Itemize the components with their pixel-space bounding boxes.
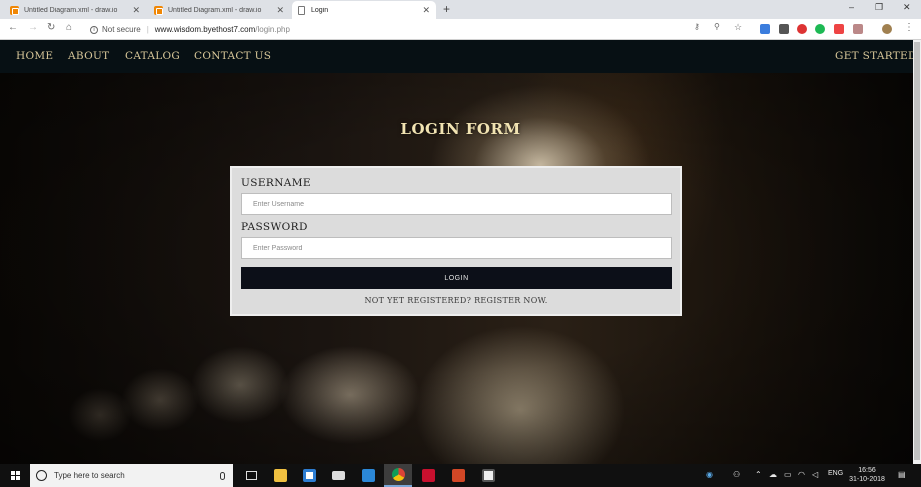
- close-window-button[interactable]: ✕: [903, 2, 911, 13]
- tab-close-icon[interactable]: ✕: [422, 5, 430, 16]
- info-icon[interactable]: i: [90, 25, 98, 34]
- profile-avatar[interactable]: [882, 24, 892, 34]
- restore-button[interactable]: ❐: [875, 2, 883, 13]
- store-icon[interactable]: [295, 464, 323, 487]
- minimize-button[interactable]: –: [849, 2, 854, 12]
- tab-title: Untitled Diagram.xml - draw.io: [24, 6, 118, 14]
- browser-toolbar: ← → ↻ ⌂ i Not secure | www.wisdom.byetho…: [0, 19, 921, 40]
- microphone-icon[interactable]: [220, 471, 225, 480]
- browser-tab-drawio-2[interactable]: Untitled Diagram.xml - draw.io ✕: [148, 1, 290, 19]
- taskbar-search[interactable]: Type here to search: [30, 464, 233, 487]
- help-icon[interactable]: ◉: [706, 470, 713, 479]
- bookmark-star-icon[interactable]: ☆: [734, 22, 742, 33]
- nav-link-contact[interactable]: CONTACT US: [194, 50, 271, 62]
- search-placeholder: Type here to search: [54, 471, 125, 480]
- username-label: USERNAME: [241, 177, 311, 189]
- extension-icon[interactable]: [815, 24, 825, 34]
- tab-close-icon[interactable]: ✕: [132, 5, 140, 16]
- windows-logo-icon: [10, 471, 20, 480]
- cortana-icon: [36, 470, 47, 481]
- drawio-favicon-icon: [154, 5, 163, 15]
- photos-icon[interactable]: [474, 464, 502, 487]
- page-background: HOME ABOUT CATALOG CONTACT US GET STARTE…: [0, 40, 921, 464]
- chrome-icon[interactable]: [384, 464, 412, 487]
- url-domain: www.wisdom.byethost7.com: [154, 25, 256, 34]
- page-favicon-icon: [298, 5, 305, 15]
- back-icon[interactable]: ←: [8, 22, 18, 33]
- wifi-icon[interactable]: ◠: [798, 470, 805, 479]
- mail-icon[interactable]: [324, 464, 352, 487]
- login-form: USERNAME PASSWORD LOGIN NOT YET REGISTER…: [230, 166, 682, 316]
- page-scrollbar[interactable]: [913, 40, 921, 464]
- reload-icon[interactable]: ↻: [47, 22, 55, 33]
- register-link[interactable]: NOT YET REGISTERED? REGISTER NOW.: [364, 296, 547, 305]
- address-bar[interactable]: i Not secure | www.wisdom.byethost7.com …: [84, 22, 750, 37]
- windows-taskbar: Type here to search ◉ ⚇ ⌃ ☁ ▭ ◠ ◁ ENG 16…: [0, 464, 921, 487]
- menu-icon[interactable]: ⋮: [904, 22, 914, 33]
- start-button[interactable]: [0, 464, 30, 487]
- password-input[interactable]: [241, 237, 672, 259]
- nav-link-about[interactable]: ABOUT: [68, 50, 109, 62]
- app-icon[interactable]: [354, 464, 382, 487]
- new-tab-button[interactable]: +: [443, 2, 450, 16]
- clock-time: 16:56: [858, 467, 876, 474]
- register-row: NOT YET REGISTERED? REGISTER NOW.: [232, 296, 680, 305]
- extension-icon[interactable]: [853, 24, 863, 34]
- scrollbar-thumb[interactable]: [914, 42, 920, 460]
- security-label: Not secure: [102, 25, 141, 34]
- key-icon[interactable]: ⚷: [694, 22, 700, 31]
- network-icon[interactable]: ▭: [784, 470, 792, 479]
- file-explorer-icon[interactable]: [266, 464, 294, 487]
- tab-close-icon[interactable]: ✕: [276, 5, 284, 16]
- password-label: PASSWORD: [241, 221, 308, 233]
- adblock-icon[interactable]: [797, 24, 807, 34]
- nav-link-get-started[interactable]: GET STARTED: [835, 50, 917, 62]
- home-icon[interactable]: ⌂: [66, 22, 72, 33]
- clock-date: 31-10-2018: [849, 476, 885, 483]
- extension-icon[interactable]: [834, 24, 844, 34]
- url-path: /login.php: [255, 25, 290, 34]
- login-button[interactable]: LOGIN: [241, 267, 672, 289]
- notifications-icon[interactable]: ▤: [898, 470, 906, 479]
- drawio-favicon-icon: [10, 5, 19, 15]
- chevron-up-icon[interactable]: ⌃: [755, 470, 762, 479]
- username-input[interactable]: [241, 193, 672, 215]
- tab-title: Login: [311, 6, 329, 14]
- acrobat-icon[interactable]: [414, 464, 442, 487]
- onedrive-icon[interactable]: ☁: [769, 470, 777, 479]
- browser-tab-drawio-1[interactable]: Untitled Diagram.xml - draw.io ✕: [4, 1, 146, 19]
- tab-title: Untitled Diagram.xml - draw.io: [168, 6, 262, 14]
- login-form-title: LOGIN FORM: [400, 120, 521, 138]
- nav-link-catalog[interactable]: CATALOG: [125, 50, 180, 62]
- powerpoint-icon[interactable]: [444, 464, 472, 487]
- language-indicator[interactable]: ENG: [828, 470, 843, 477]
- people-icon[interactable]: ⚇: [733, 470, 740, 479]
- task-view-icon[interactable]: [237, 464, 265, 487]
- zoom-icon[interactable]: ⚲: [714, 22, 720, 31]
- browser-tab-strip: Untitled Diagram.xml - draw.io ✕ Untitle…: [0, 0, 921, 19]
- system-clock[interactable]: 16:56 31-10-2018: [848, 466, 886, 484]
- forward-icon[interactable]: →: [28, 22, 38, 33]
- volume-icon[interactable]: ◁: [812, 470, 818, 479]
- extension-icon[interactable]: [760, 24, 770, 34]
- site-navbar: HOME ABOUT CATALOG CONTACT US GET STARTE…: [0, 40, 921, 73]
- nav-link-home[interactable]: HOME: [16, 50, 53, 62]
- extension-icon[interactable]: [779, 24, 789, 34]
- browser-tab-login[interactable]: Login ✕: [292, 1, 436, 19]
- divider: |: [146, 25, 149, 34]
